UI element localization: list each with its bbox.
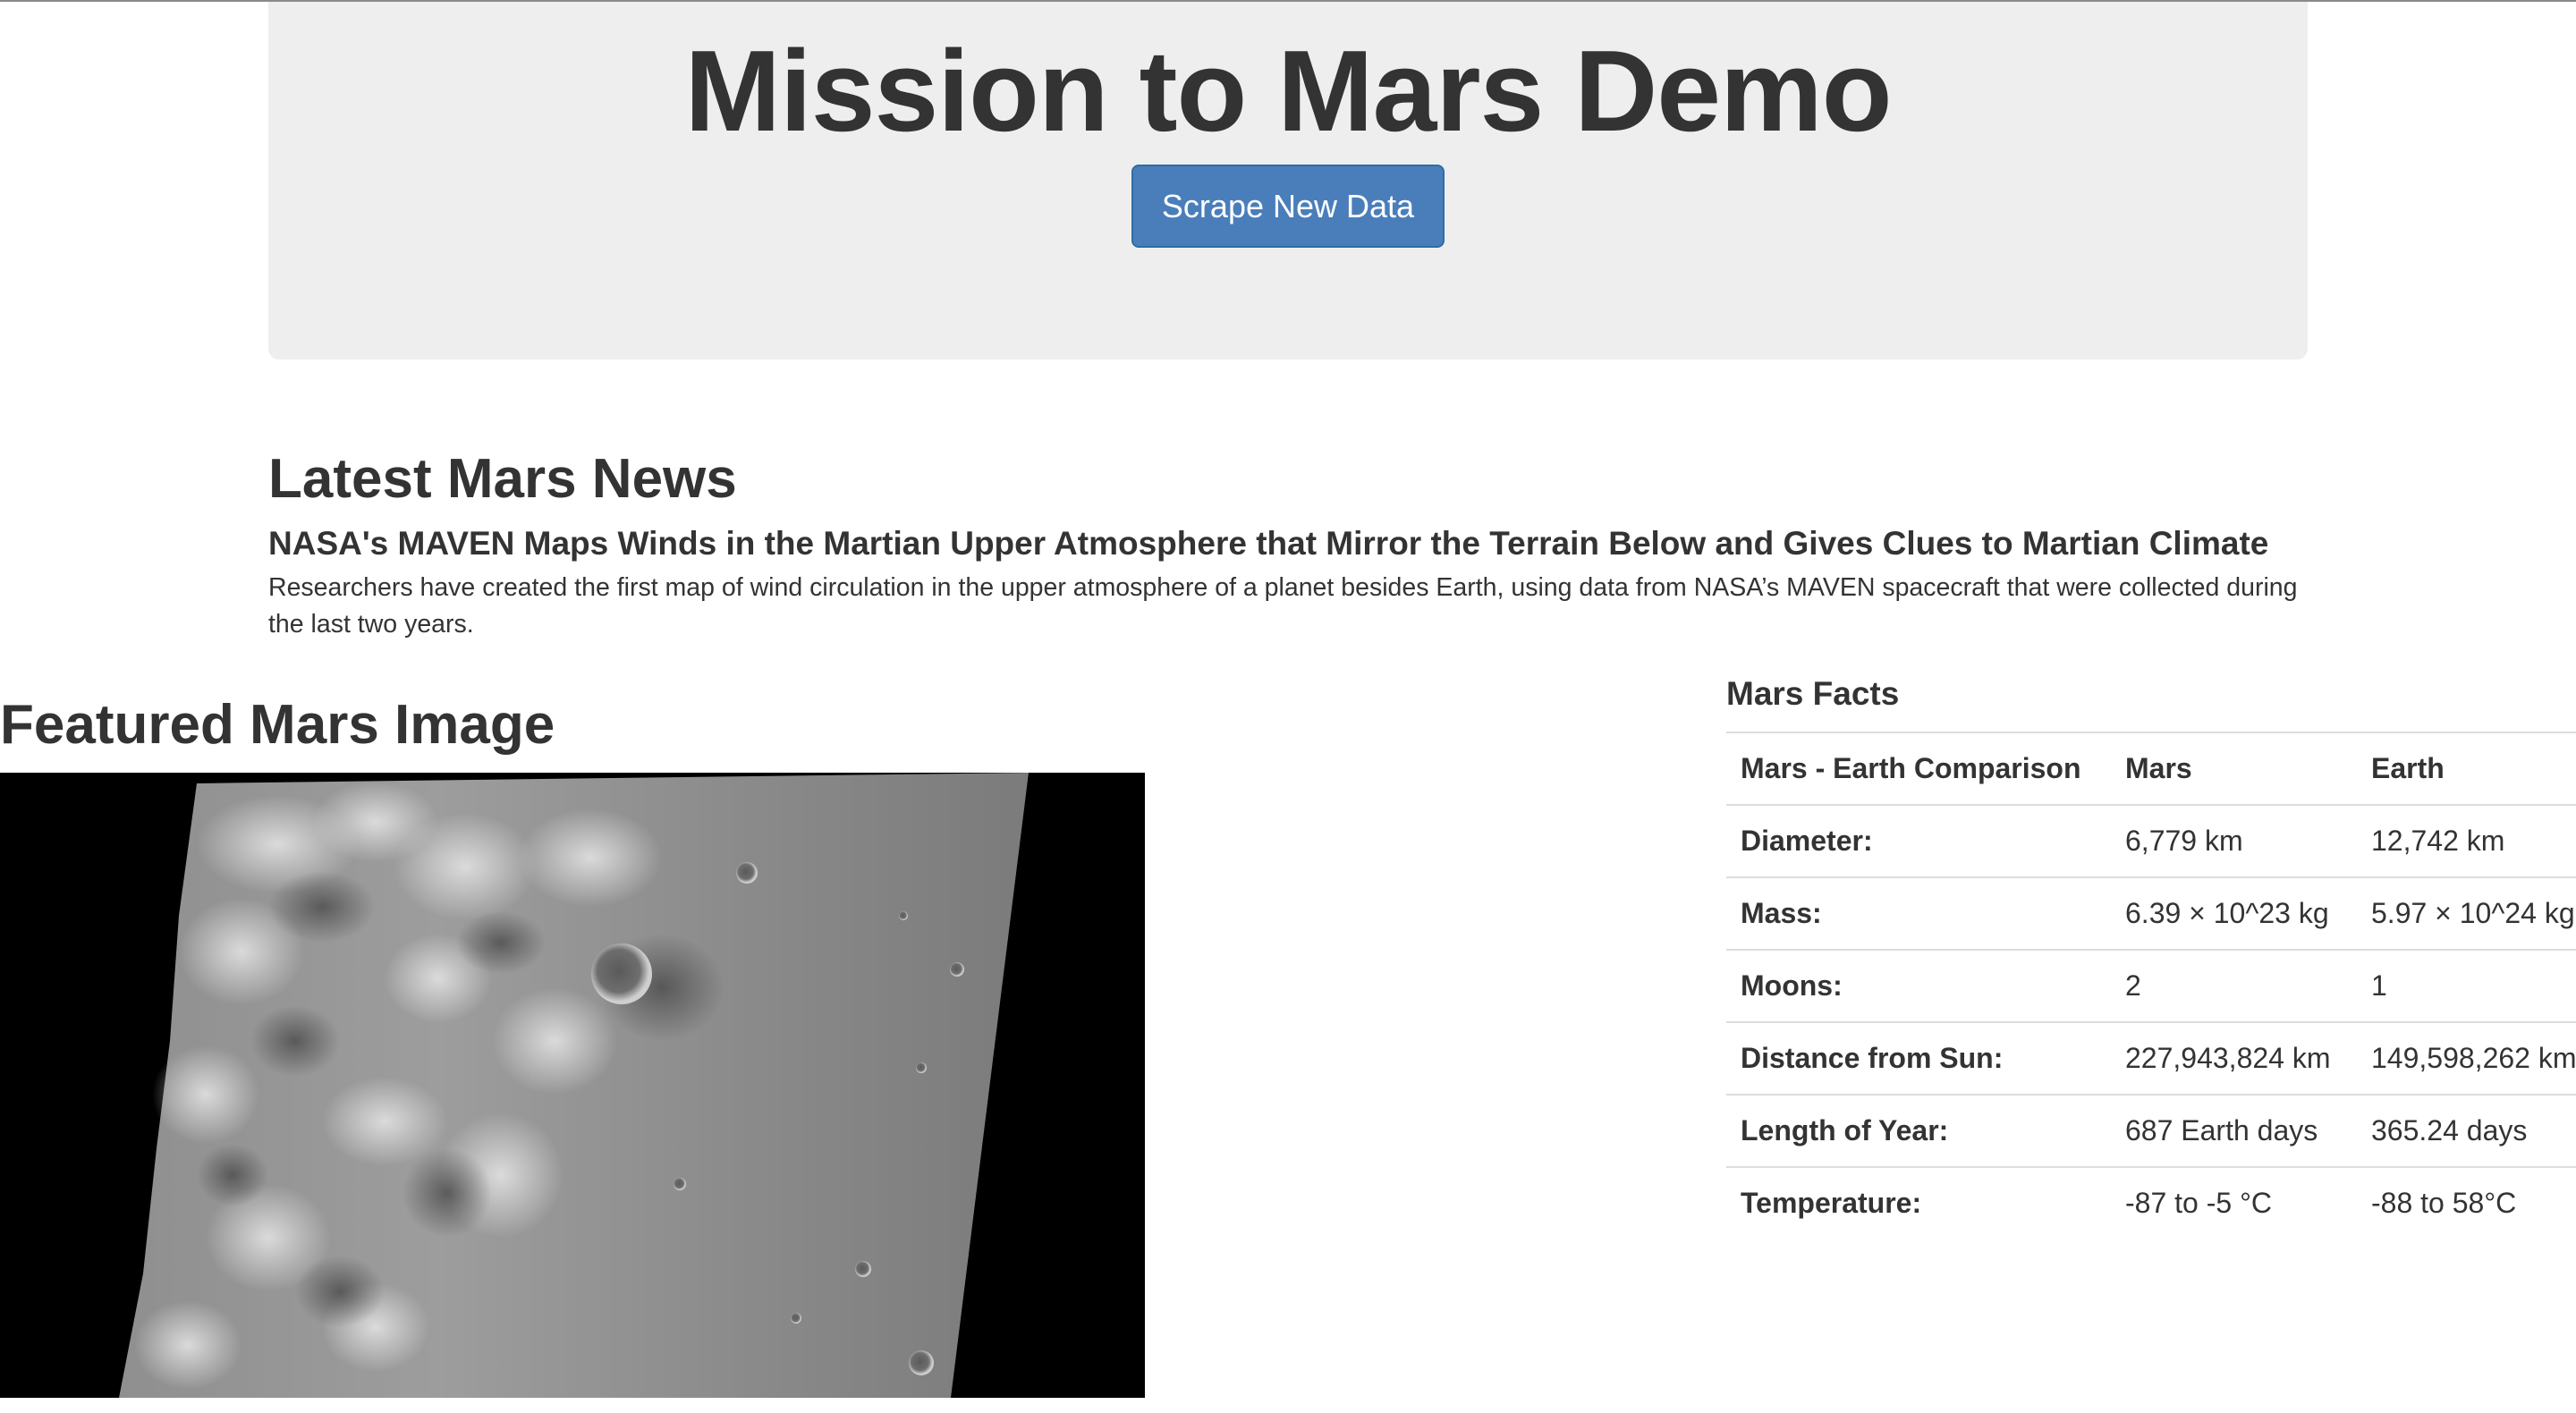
- mars-facts-table: Mars - Earth Comparison Mars Earth Diame…: [1726, 732, 2576, 1239]
- news-teaser: Researchers have created the first map o…: [268, 573, 2298, 639]
- row-label: Mass:: [1726, 876, 2111, 950]
- earth-value: 365.24 days: [2357, 1094, 2576, 1167]
- mars-value: 6.39 × 10^23 kg: [2111, 876, 2357, 950]
- mars-value: -87 to -5 °C: [2111, 1166, 2357, 1239]
- table-row: Length of Year: 687 Earth days 365.24 da…: [1726, 1094, 2576, 1167]
- earth-value: -88 to 58°C: [2357, 1166, 2576, 1239]
- row-label: Moons:: [1726, 949, 2111, 1022]
- featured-mars-image: [0, 773, 1145, 1398]
- column-header: Earth: [2357, 732, 2576, 806]
- row-label: Diameter:: [1726, 804, 2111, 877]
- row-label: Distance from Sun:: [1726, 1021, 2111, 1095]
- news-title: NASA's MAVEN Maps Winds in the Martian U…: [268, 525, 2269, 562]
- mars-facts-heading: Mars Facts: [1726, 675, 1900, 712]
- scrape-new-data-button[interactable]: Scrape New Data: [1131, 165, 1445, 248]
- mars-value: 6,779 km: [2111, 804, 2357, 877]
- featured-image-heading: Featured Mars Image: [0, 694, 555, 756]
- mars-surface-photo: [0, 773, 1145, 1398]
- column-header: Mars - Earth Comparison: [1726, 732, 2111, 806]
- table-row: Moons: 2 1: [1726, 949, 2576, 1022]
- row-label: Temperature:: [1726, 1166, 2111, 1239]
- jumbotron-header: Mission to Mars Demo Scrape New Data: [268, 2, 2308, 360]
- mars-value: 227,943,824 km: [2111, 1021, 2357, 1095]
- earth-value: 149,598,262 km: [2357, 1021, 2576, 1095]
- mars-value: 687 Earth days: [2111, 1094, 2357, 1167]
- table-row: Temperature: -87 to -5 °C -88 to 58°C: [1726, 1166, 2576, 1239]
- table-row: Diameter: 6,779 km 12,742 km: [1726, 804, 2576, 877]
- column-header: Mars: [2111, 732, 2357, 806]
- table-header-row: Mars - Earth Comparison Mars Earth: [1726, 732, 2576, 806]
- latest-news-heading: Latest Mars News: [268, 448, 737, 510]
- table-row: Distance from Sun: 227,943,824 km 149,59…: [1726, 1021, 2576, 1095]
- mars-value: 2: [2111, 949, 2357, 1022]
- table-row: Mass: 6.39 × 10^23 kg 5.97 × 10^24 kg: [1726, 876, 2576, 950]
- earth-value: 1: [2357, 949, 2576, 1022]
- earth-value: 5.97 × 10^24 kg: [2357, 876, 2576, 950]
- page-title: Mission to Mars Demo: [684, 27, 1892, 156]
- row-label: Length of Year:: [1726, 1094, 2111, 1167]
- earth-value: 12,742 km: [2357, 804, 2576, 877]
